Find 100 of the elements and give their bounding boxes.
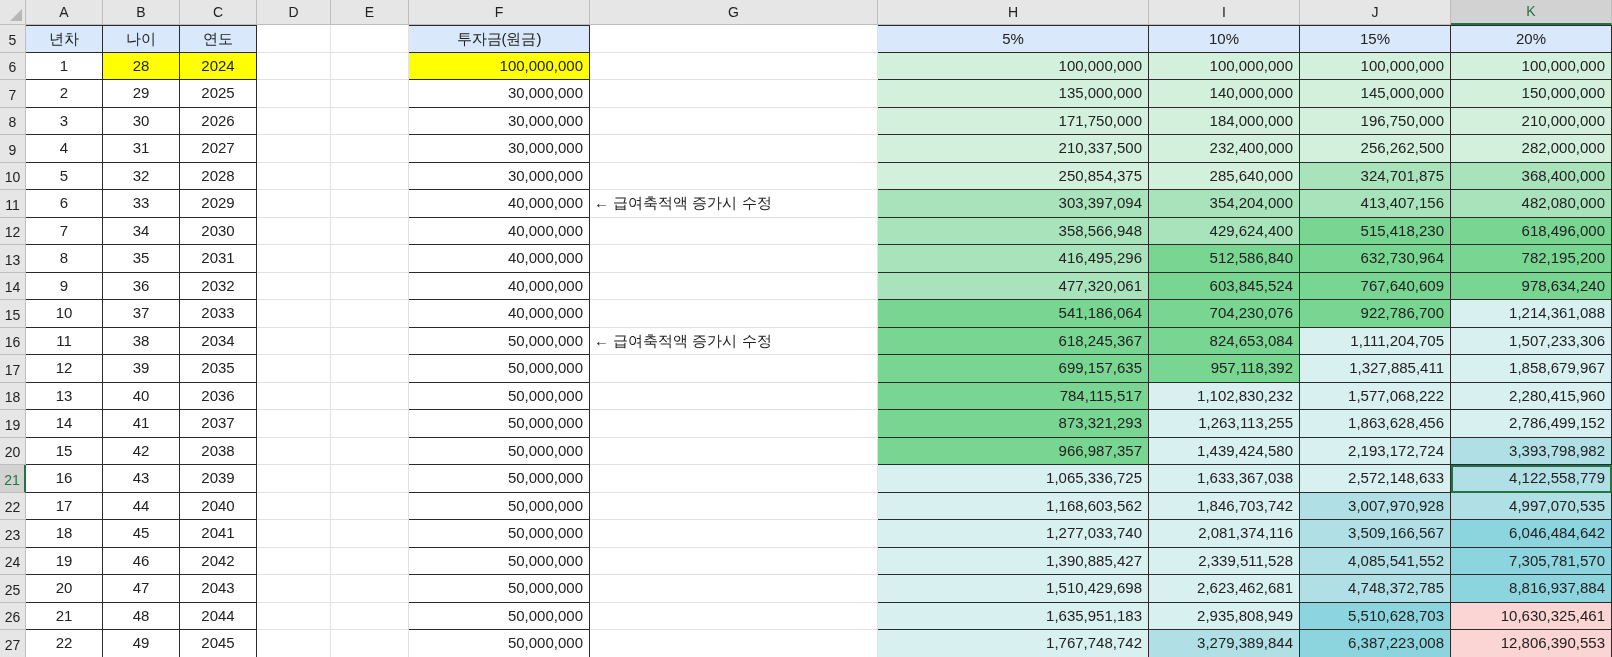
table-cell: 30,000,000	[409, 162, 590, 190]
column-header[interactable]: F	[409, 0, 590, 25]
row-header[interactable]: 18	[0, 382, 26, 410]
table-cell: 19	[26, 547, 103, 575]
table-cell: 2039	[180, 465, 257, 493]
row-header[interactable]: 5	[0, 25, 26, 53]
table-cell: 429,624,400	[1149, 217, 1300, 245]
table-cell: 50,000,000	[409, 602, 590, 630]
table-cell: 50,000,000	[409, 547, 590, 575]
table-cell: 4,748,372,785	[1300, 575, 1451, 603]
table-cell: 5	[26, 162, 103, 190]
row-header[interactable]: 7	[0, 80, 26, 108]
table-cell: 50,000,000	[409, 437, 590, 465]
table-cell: 2033	[180, 300, 257, 328]
column-header[interactable]: D	[257, 0, 331, 25]
table-cell: 34	[103, 217, 180, 245]
table-cell: 413,407,156	[1300, 190, 1451, 218]
column-heading: 투자금(원금)	[409, 25, 590, 53]
column-heading: 10%	[1149, 25, 1300, 53]
row-header[interactable]: 23	[0, 520, 26, 548]
row-header[interactable]: 21	[0, 465, 26, 493]
table-cell: 171,750,000	[878, 107, 1149, 135]
table-cell: 32	[103, 162, 180, 190]
table-cell: 303,397,094	[878, 190, 1149, 218]
select-all-corner[interactable]	[0, 0, 26, 25]
column-header[interactable]: K	[1451, 0, 1612, 25]
table-cell: 50,000,000	[409, 465, 590, 493]
column-heading: 20%	[1451, 25, 1612, 53]
row-header[interactable]: 27	[0, 630, 26, 657]
row-header[interactable]: 25	[0, 575, 26, 603]
table-cell: 42	[103, 437, 180, 465]
table-cell: 1,214,361,088	[1451, 300, 1612, 328]
table-cell: 978,634,240	[1451, 272, 1612, 300]
row-header[interactable]: 16	[0, 327, 26, 355]
column-header[interactable]: A	[26, 0, 103, 25]
table-cell: 324,701,875	[1300, 162, 1451, 190]
table-cell: 603,845,524	[1149, 272, 1300, 300]
table-cell: 416,495,296	[878, 245, 1149, 273]
table-cell: 966,987,357	[878, 437, 1149, 465]
table-cell: 873,321,293	[878, 410, 1149, 438]
table-cell: 18	[26, 520, 103, 548]
table-cell: 6	[26, 190, 103, 218]
table-cell: 30	[103, 107, 180, 135]
table-cell: 282,000,000	[1451, 135, 1612, 163]
table-cell: 30,000,000	[409, 80, 590, 108]
table-cell: 31	[103, 135, 180, 163]
table-cell: 2,786,499,152	[1451, 410, 1612, 438]
row-header[interactable]: 12	[0, 217, 26, 245]
table-cell: 50,000,000	[409, 410, 590, 438]
column-header[interactable]: C	[180, 0, 257, 25]
row-header[interactable]: 19	[0, 410, 26, 438]
table-cell: 1,635,951,183	[878, 602, 1149, 630]
row-header[interactable]: 8	[0, 107, 26, 135]
table-cell: 15	[26, 437, 103, 465]
table-cell: 784,115,517	[878, 382, 1149, 410]
table-cell: 2028	[180, 162, 257, 190]
column-header[interactable]: J	[1300, 0, 1451, 25]
table-cell: 40,000,000	[409, 245, 590, 273]
table-cell: 2044	[180, 602, 257, 630]
table-cell: 12	[26, 355, 103, 383]
table-cell: 2029	[180, 190, 257, 218]
table-cell: 38	[103, 327, 180, 355]
table-cell: 35	[103, 245, 180, 273]
table-cell: 2041	[180, 520, 257, 548]
row-header[interactable]: 22	[0, 492, 26, 520]
table-cell: 2034	[180, 327, 257, 355]
table-cell: 824,653,084	[1149, 327, 1300, 355]
table-cell: 33	[103, 190, 180, 218]
row-header[interactable]: 20	[0, 437, 26, 465]
table-cell: 50,000,000	[409, 327, 590, 355]
table-cell: 2045	[180, 630, 257, 657]
table-cell: 1,390,885,427	[878, 547, 1149, 575]
table-cell: 3,279,389,844	[1149, 630, 1300, 657]
row-header[interactable]: 14	[0, 272, 26, 300]
column-header[interactable]: E	[331, 0, 409, 25]
row-header[interactable]: 11	[0, 190, 26, 218]
table-cell: 618,496,000	[1451, 217, 1612, 245]
row-header[interactable]: 17	[0, 355, 26, 383]
row-header[interactable]: 26	[0, 602, 26, 630]
table-cell: 2030	[180, 217, 257, 245]
table-cell: 9	[26, 272, 103, 300]
table-cell: 782,195,200	[1451, 245, 1612, 273]
column-heading: 년차	[26, 25, 103, 53]
table-cell: 6,387,223,008	[1300, 630, 1451, 657]
table-cell: 2031	[180, 245, 257, 273]
table-cell: 196,750,000	[1300, 107, 1451, 135]
row-header[interactable]: 10	[0, 162, 26, 190]
row-header[interactable]: 13	[0, 245, 26, 273]
table-cell: 2,081,374,116	[1149, 520, 1300, 548]
table-cell: 145,000,000	[1300, 80, 1451, 108]
column-header[interactable]: G	[590, 0, 878, 25]
table-cell: 50,000,000	[409, 492, 590, 520]
table-cell: 100,000,000	[1149, 52, 1300, 80]
column-header[interactable]: H	[878, 0, 1149, 25]
row-header[interactable]: 9	[0, 135, 26, 163]
row-header[interactable]: 15	[0, 300, 26, 328]
column-header[interactable]: I	[1149, 0, 1300, 25]
row-header[interactable]: 6	[0, 52, 26, 80]
column-header[interactable]: B	[103, 0, 180, 25]
row-header[interactable]: 24	[0, 547, 26, 575]
